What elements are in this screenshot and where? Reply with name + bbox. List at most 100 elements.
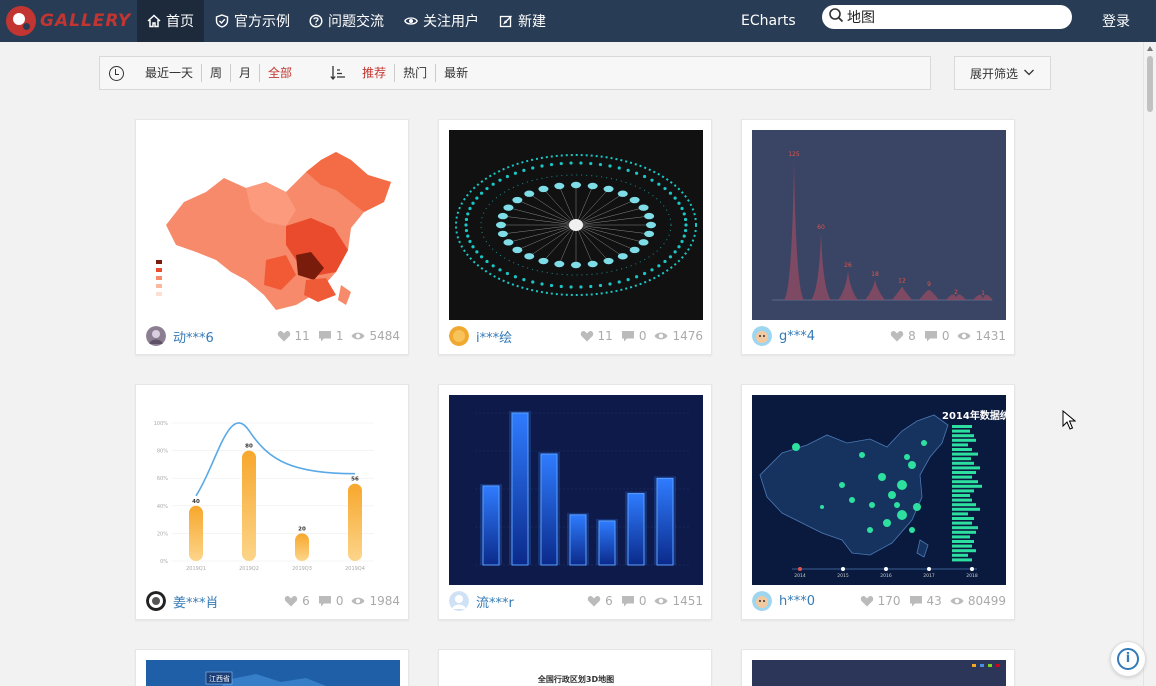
chart-thumbnail-3d-map[interactable]: 全国行政区划3D地图 (449, 660, 703, 686)
bar (348, 483, 362, 561)
likes-stat[interactable]: 170 (860, 594, 901, 608)
filter-time-month[interactable]: 月 (230, 64, 259, 82)
info-button[interactable]: i (1110, 641, 1146, 677)
comments-stat[interactable]: 43 (909, 594, 942, 608)
views-stat: 1984 (351, 594, 400, 608)
filter-time-day[interactable]: 最近一天 (137, 64, 201, 82)
likes-stat[interactable]: 11 (580, 329, 613, 343)
top-navbar: GALLERY 首页 官方示例 问题交流 关注用户 新建 ECharts 地图 … (0, 0, 1156, 42)
scatter-dot (894, 502, 900, 508)
likes-stat[interactable]: 11 (277, 329, 310, 343)
axis-label: 40% (157, 504, 168, 510)
graph-node (524, 190, 535, 197)
graph-node (496, 221, 506, 229)
expand-filter-button[interactable]: 展开筛选 (954, 56, 1051, 90)
ranking-bar (952, 471, 976, 474)
author-name[interactable]: 姜***肖 (173, 592, 219, 611)
graph-node (617, 253, 628, 260)
graph-leaf (589, 161, 593, 166)
bar (656, 477, 674, 566)
graph-leaf (682, 212, 686, 216)
author-name[interactable]: g***4 (779, 329, 815, 344)
comments-stat[interactable]: 0 (318, 594, 343, 608)
shield-check-icon (215, 14, 229, 28)
sort-newest[interactable]: 最新 (435, 64, 476, 82)
chart-thumbnail-bar-line[interactable]: 100% 80% 60% 40% 20% 0% 40 2019Q1 80 2019Q2 20 201… (146, 395, 400, 585)
chart-thumbnail-china-scatter[interactable]: 2014年数据统 2014 2015 2016 2017 2018 (752, 395, 1006, 585)
chart-card[interactable]: 2014年数据统 2014 2015 2016 2017 2018 h***0 170 … (741, 384, 1015, 620)
avatar[interactable] (752, 326, 772, 346)
chart-thumbnail-dark[interactable] (752, 660, 1006, 686)
comment-icon (318, 596, 331, 607)
sort-recommended[interactable]: 推荐 (354, 64, 394, 82)
chart-card[interactable]: 125 60 26 18 12 9 2 1 g***4 8 0 1431 (741, 119, 1015, 355)
avatar[interactable] (449, 326, 469, 346)
likes-stat[interactable]: 8 (890, 329, 916, 343)
filter-time-week[interactable]: 周 (201, 64, 230, 82)
graph-leaf (468, 206, 472, 211)
login-link[interactable]: 登录 (1102, 0, 1130, 42)
ranking-bar (952, 498, 972, 502)
graph-leaf (485, 186, 489, 191)
avatar[interactable] (146, 326, 166, 346)
comments-stat[interactable]: 0 (621, 594, 646, 608)
nav-official-examples[interactable]: 官方示例 (205, 0, 300, 42)
ranking-bar (952, 480, 978, 484)
chart-thumbnail-spike-bars[interactable]: 125 60 26 18 12 9 2 1 (752, 130, 1006, 320)
author-name[interactable]: h***0 (779, 594, 815, 609)
ranking-bar (952, 494, 970, 497)
nav-followed-users[interactable]: 关注用户 (394, 0, 489, 42)
chart-card[interactable]: 100% 80% 60% 40% 20% 0% 40 2019Q1 80 2019Q2 20 201… (135, 384, 409, 620)
graph-leaf (522, 277, 526, 282)
scroll-thumb[interactable] (1147, 56, 1153, 112)
sort-hot[interactable]: 热门 (394, 64, 435, 82)
avatar[interactable] (146, 591, 166, 611)
graph-leaf (498, 268, 502, 272)
likes-stat[interactable]: 6 (284, 594, 310, 608)
spike-label: 1 (981, 290, 985, 297)
graph-leaf (673, 196, 677, 200)
nav-home[interactable]: 首页 (137, 0, 204, 42)
card-meta: 动***6 11 1 5484 (146, 324, 400, 348)
graph-leaf (608, 282, 612, 286)
graph-node (554, 260, 565, 268)
author-name[interactable]: 流***r (476, 592, 514, 611)
graph-node (512, 196, 523, 204)
avatar[interactable] (449, 591, 469, 611)
ranking-bar (952, 443, 968, 447)
chart-thumbnail-jiangxi-map[interactable]: 江西省 (146, 660, 400, 686)
author-name[interactable]: 动***6 (173, 327, 214, 346)
graph-leaf (531, 166, 535, 170)
likes-stat[interactable]: 6 (587, 594, 613, 608)
nav-questions[interactable]: 问题交流 (299, 0, 394, 42)
card-meta: h***0 170 43 80499 (752, 589, 1006, 613)
search-box[interactable] (822, 5, 1072, 29)
comments-stat[interactable]: 0 (924, 329, 949, 343)
chart-card[interactable]: 江西省 (135, 649, 409, 686)
nav-new[interactable]: 新建 (489, 0, 556, 42)
gallery-logo[interactable]: GALLERY (6, 4, 131, 38)
chart-card[interactable]: 全国行政区划3D地图 (438, 649, 712, 686)
eye-icon (351, 597, 365, 605)
author-name[interactable]: i***绘 (476, 327, 512, 346)
search-input[interactable] (847, 9, 1057, 25)
chart-card[interactable]: 动***6 11 1 5484 (135, 119, 409, 355)
scroll-up-icon[interactable] (1147, 46, 1153, 51)
chart-thumbnail-glow-bars[interactable] (449, 395, 703, 585)
chart-thumbnail-china-choropleth[interactable] (146, 130, 400, 320)
scatter-dot (921, 440, 927, 446)
chart-card[interactable]: 流***r 6 0 1451 (438, 384, 712, 620)
ranking-bar (952, 457, 971, 461)
chart-thumbnail-radial-graph[interactable] (449, 130, 703, 320)
scrollbar[interactable] (1143, 42, 1156, 686)
timeline-point (927, 567, 931, 571)
comments-stat[interactable]: 0 (621, 329, 646, 343)
chart-card[interactable]: i***绘 11 0 1476 (438, 119, 712, 355)
chart-card[interactable] (741, 649, 1015, 686)
filter-time-all[interactable]: 全部 (259, 64, 300, 82)
comments-stat[interactable]: 1 (318, 329, 343, 343)
nav-echarts-link[interactable]: ECharts (741, 0, 796, 42)
graph-node (587, 260, 598, 268)
card-meta: 姜***肖 6 0 1984 (146, 589, 400, 613)
avatar[interactable] (752, 591, 772, 611)
